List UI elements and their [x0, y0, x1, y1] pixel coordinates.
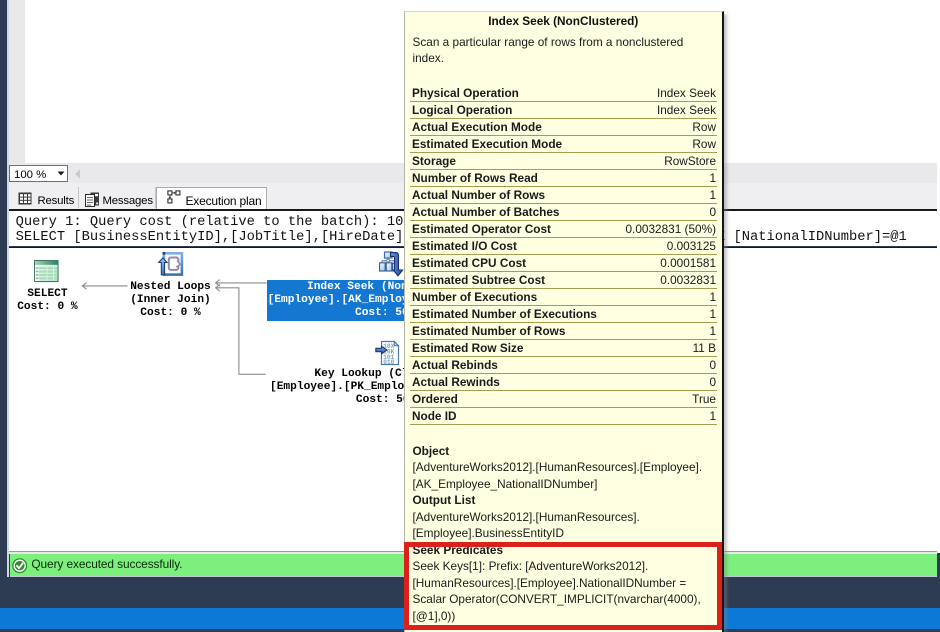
svg-text:010: 010 [383, 359, 394, 366]
